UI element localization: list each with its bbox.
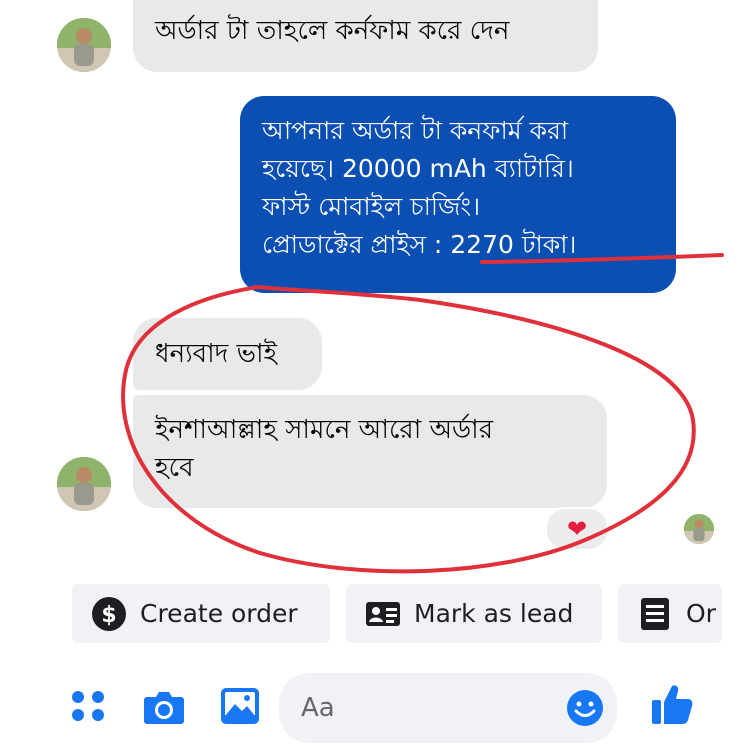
orders-button[interactable]: Or [618, 584, 722, 643]
message-input-placeholder: Aa [301, 693, 335, 723]
message-line: ফাস্ট মোবাইল চার্জিং। [262, 192, 481, 221]
thumbs-up-icon[interactable] [650, 682, 694, 726]
svg-text:$: $ [101, 603, 116, 628]
message-bubble-incoming[interactable]: ধন্যবাদ ভাই [133, 318, 322, 390]
mark-as-lead-button[interactable]: Mark as lead [346, 584, 602, 643]
dollar-icon: $ [92, 596, 126, 631]
gallery-icon[interactable] [219, 686, 261, 726]
seen-avatar [684, 514, 714, 544]
message-bubble-incoming[interactable]: অর্ডার টা তাহলে কর্নফাম করে দেন [133, 0, 598, 72]
customer-avatar[interactable] [57, 18, 111, 72]
create-order-label: Create order [140, 599, 298, 628]
message-line: হয়েছে। 20000 mAh ব্যাটারি। [262, 154, 574, 183]
message-text: ধন্যবাদ ভাই [155, 339, 278, 369]
list-document-icon [641, 597, 669, 630]
emoji-icon[interactable] [565, 688, 605, 728]
message-bubble-outgoing[interactable]: আপনার অর্ডার টা কনফার্ম করা হয়েছে। 2000… [240, 96, 676, 293]
camera-icon[interactable] [143, 688, 185, 726]
message-line: ইনশাআল্লাহ সামনে আরো অর্ডার [155, 415, 494, 445]
orders-label: Or [686, 599, 716, 628]
heart-reaction[interactable]: ❤ [545, 507, 609, 551]
customer-avatar[interactable] [57, 457, 111, 511]
mark-as-lead-label: Mark as lead [414, 599, 574, 628]
message-line: হবে [155, 453, 194, 483]
message-bubble-incoming[interactable]: ইনশাআল্লাহ সামনে আরো অর্ডার হবে [133, 395, 607, 508]
contact-card-icon [366, 601, 400, 626]
create-order-button[interactable]: $ Create order [72, 584, 330, 643]
message-line: প্রোডাক্টের প্রাইস : 2270 টাকা। [262, 230, 577, 259]
menu-dots-icon[interactable] [70, 688, 106, 724]
message-line: আপনার অর্ডার টা কনফার্ম করা [262, 116, 569, 145]
heart-icon: ❤ [566, 515, 588, 543]
message-text: অর্ডার টা তাহলে কর্নফাম করে দেন [155, 16, 510, 46]
